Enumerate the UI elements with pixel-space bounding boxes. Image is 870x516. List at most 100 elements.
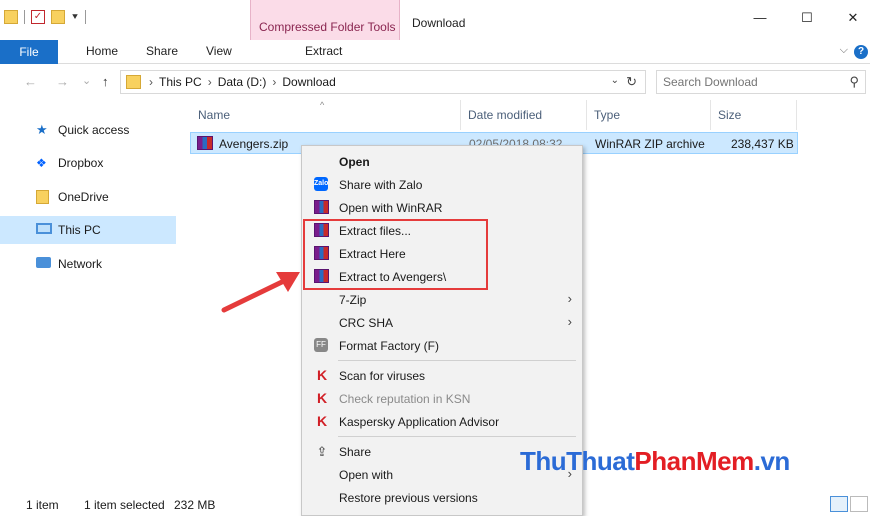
watermark-part: ThuThuat xyxy=(520,446,635,476)
address-bar[interactable]: › This PC › Data (D:) › Download ⌄ ↻ xyxy=(120,70,646,94)
chevron-down-icon[interactable]: ⌄ xyxy=(611,75,619,86)
minimize-button[interactable]: — xyxy=(745,10,775,32)
highlight-box xyxy=(303,219,488,290)
search-input[interactable] xyxy=(663,75,833,89)
kaspersky-icon: K xyxy=(316,390,328,406)
menu-item-label: Format Factory (F) xyxy=(339,339,440,353)
column-header-name[interactable]: Name xyxy=(198,108,230,122)
file-size: 238,437 KB xyxy=(731,137,794,151)
menu-item-check-reputation: K Check reputation in KSN xyxy=(304,387,580,410)
details-view-button[interactable] xyxy=(830,496,848,512)
address-row: ← → ⌄ ↑ › This PC › Data (D:) › Download… xyxy=(0,64,870,100)
sort-ascending-icon: ^ xyxy=(320,100,325,110)
forward-button[interactable]: → xyxy=(56,74,69,89)
watermark: ThuThuatPhanMem.vn xyxy=(520,446,790,477)
window-title: Download xyxy=(412,16,466,30)
column-divider[interactable] xyxy=(796,100,797,130)
kaspersky-icon: K xyxy=(316,413,328,429)
menu-item-open-with-winrar[interactable]: Open with WinRAR xyxy=(304,196,580,219)
sidebar-item-dropbox[interactable]: ❖ Dropbox xyxy=(0,149,176,177)
maximize-button[interactable]: ☐ xyxy=(792,10,822,32)
onedrive-icon xyxy=(36,190,49,204)
tab-home[interactable]: Home xyxy=(86,44,118,58)
file-type: WinRAR ZIP archive xyxy=(595,137,705,151)
sidebar-item-quick-access[interactable]: ★ Quick access xyxy=(0,116,176,144)
menu-item-label: Scan for viruses xyxy=(339,369,426,383)
sidebar-item-label: Network xyxy=(58,257,103,271)
help-icon[interactable]: ? xyxy=(854,45,868,59)
folder-icon[interactable] xyxy=(4,10,18,24)
breadcrumb-download[interactable]: Download xyxy=(282,75,335,89)
network-icon xyxy=(36,257,51,268)
menu-item-label: Share xyxy=(339,445,372,459)
folder-icon xyxy=(126,75,141,89)
menu-item-kaspersky-advisor[interactable]: K Kaspersky Application Advisor xyxy=(304,410,580,433)
breadcrumb-data-d[interactable]: Data (D:) xyxy=(218,75,267,89)
column-divider[interactable] xyxy=(460,100,461,130)
breadcrumb: › This PC › Data (D:) › Download xyxy=(149,75,336,89)
menu-item-restore-previous-versions[interactable]: Restore previous versions xyxy=(304,486,580,509)
breadcrumb-separator: › xyxy=(149,75,153,89)
menu-separator xyxy=(338,360,576,361)
breadcrumb-separator: › xyxy=(272,75,277,89)
tab-view[interactable]: View xyxy=(206,44,232,58)
new-folder-icon[interactable] xyxy=(51,10,65,24)
properties-icon[interactable]: ✓ xyxy=(31,10,45,24)
winrar-icon xyxy=(314,200,329,214)
watermark-part: .vn xyxy=(753,446,791,476)
menu-item-label: Share with Zalo xyxy=(339,178,423,192)
customize-toolbar-icon[interactable]: ⯆ xyxy=(71,12,79,23)
winrar-archive-icon xyxy=(197,136,213,150)
refresh-icon[interactable]: ↻ xyxy=(626,74,637,90)
recent-locations-button[interactable]: ⌄ xyxy=(82,74,91,87)
sidebar-item-label: This PC xyxy=(58,223,101,237)
menu-item-scan-for-viruses[interactable]: K Scan for viruses xyxy=(304,364,580,387)
ribbon-tabs: File Home Share View Extract ⌵ ? xyxy=(0,40,870,64)
back-button[interactable]: ← xyxy=(24,74,37,89)
selection-size: 232 MB xyxy=(174,498,216,512)
menu-item-label: Open with xyxy=(339,468,394,482)
zalo-icon: Zalo xyxy=(314,177,328,191)
menu-item-label: Open with WinRAR xyxy=(339,201,443,215)
navigation-pane: ★ Quick access ❖ Dropbox OneDrive This P… xyxy=(0,100,176,480)
search-icon[interactable]: ⚲ xyxy=(849,74,859,90)
tab-file[interactable]: File xyxy=(0,40,58,64)
menu-item-label: 7-Zip xyxy=(339,293,367,307)
sidebar-item-network[interactable]: Network xyxy=(0,250,176,278)
quick-access-toolbar: ✓ ⯆ xyxy=(4,10,86,24)
menu-item-crc-sha[interactable]: CRC SHA › xyxy=(304,311,580,334)
chevron-right-icon: › xyxy=(567,314,572,329)
context-tab-label: Compressed Folder Tools xyxy=(259,20,396,34)
dropbox-icon: ❖ xyxy=(36,156,47,170)
column-header-size[interactable]: Size xyxy=(718,108,741,122)
menu-item-7zip[interactable]: 7-Zip › xyxy=(304,288,580,311)
arrow-icon xyxy=(221,272,300,313)
share-icon: ⇪ xyxy=(316,444,328,459)
menu-item-label: Restore previous versions xyxy=(339,491,478,505)
menu-item-format-factory[interactable]: FF Format Factory (F) xyxy=(304,334,580,357)
toolbar-divider xyxy=(24,10,25,24)
pc-icon xyxy=(36,223,52,234)
tab-share[interactable]: Share xyxy=(146,44,178,58)
large-icons-view-button[interactable] xyxy=(850,496,868,512)
tab-extract[interactable]: Extract xyxy=(305,44,342,58)
search-box: ⚲ xyxy=(656,70,866,94)
sidebar-item-label: OneDrive xyxy=(58,190,109,204)
menu-item-open[interactable]: Open xyxy=(304,150,580,173)
column-header-type[interactable]: Type xyxy=(594,108,620,122)
column-divider[interactable] xyxy=(586,100,587,130)
sidebar-item-this-pc[interactable]: This PC xyxy=(0,216,176,244)
star-icon: ★ xyxy=(36,122,48,137)
breadcrumb-separator: › xyxy=(207,75,212,89)
menu-item-share-with-zalo[interactable]: Zalo Share with Zalo xyxy=(304,173,580,196)
column-header-date-modified[interactable]: Date modified xyxy=(468,108,542,122)
menu-item-label: CRC SHA xyxy=(339,316,394,330)
close-button[interactable]: ✕ xyxy=(838,10,868,32)
chevron-down-icon[interactable]: ⌵ xyxy=(840,44,848,57)
menu-separator xyxy=(338,436,576,437)
sidebar-item-onedrive[interactable]: OneDrive xyxy=(0,183,176,211)
up-button[interactable]: ↑ xyxy=(102,74,109,89)
column-divider[interactable] xyxy=(710,100,711,130)
breadcrumb-this-pc[interactable]: This PC xyxy=(159,75,202,89)
title-bar: ✓ ⯆ Compressed Folder Tools Download — ☐… xyxy=(0,0,870,40)
